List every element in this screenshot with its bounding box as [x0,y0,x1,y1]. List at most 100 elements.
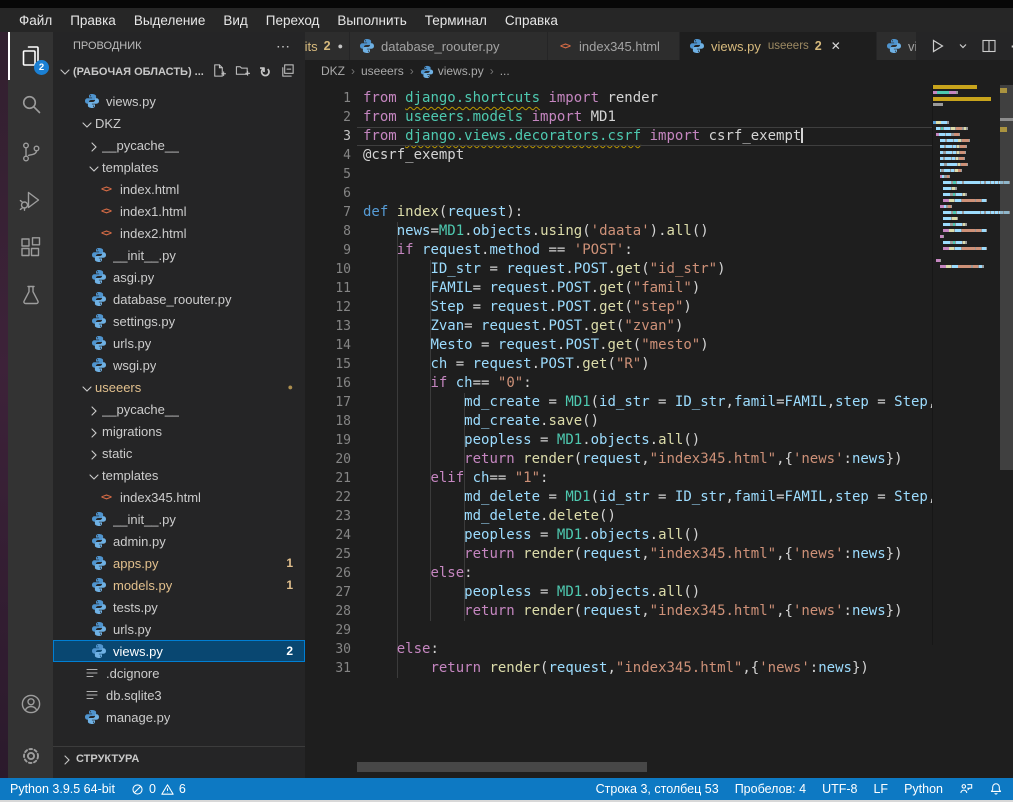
workspace-section-header[interactable]: (РАБОЧАЯ ОБЛАСТЬ) ... ↻ [53,60,305,84]
code-line-27[interactable]: 27 peopless = MD1.objects.all() [305,583,932,602]
search-activity-icon[interactable] [8,80,53,128]
tree-item-views.py[interactable]: views.py [53,90,305,112]
tree-item-static[interactable]: static [53,442,305,464]
vertical-scrollbar-thumb[interactable] [1000,85,1013,470]
tree-item-templates[interactable]: templates [53,464,305,486]
code-line-2[interactable]: 2from useeers.models import MD1 [305,108,932,127]
code-line-10[interactable]: 10 ID_str = request.POST.get("id_str") [305,260,932,279]
tree-item-__pycache__[interactable]: __pycache__ [53,134,305,156]
run-debug-activity-icon[interactable] [8,176,53,224]
tree-item-useeers[interactable]: useeers● [53,376,305,398]
code-line-14[interactable]: 14 Mesto = request.POST.get("mesto") [305,336,932,355]
status-problems[interactable]: 06 [131,782,186,796]
tree-item-apps.py[interactable]: apps.py1 [53,552,305,574]
status-cursor-position[interactable]: Строка 3, столбец 53 [596,782,719,796]
code-line-3[interactable]: 3from django.views.decorators.csrf impor… [305,127,932,146]
code-line-22[interactable]: 22 md_delete = MD1(id_str = ID_str,famil… [305,488,932,507]
tab-index345.html[interactable]: <>index345.html [548,32,680,60]
status-language-mode[interactable]: Python [904,782,943,796]
code-line-1[interactable]: 1from django.shortcuts import render [305,89,932,108]
status-python-version[interactable]: Python 3.9.5 64-bit [10,782,115,796]
run-button[interactable] [929,38,945,54]
menu-item-7[interactable]: Справка [496,13,567,28]
tree-item-index345.html[interactable]: <>index345.html [53,486,305,508]
menu-item-3[interactable]: Вид [214,13,256,28]
code-line-5[interactable]: 5 [305,165,932,184]
tree-item-database_roouter.py[interactable]: database_roouter.py [53,288,305,310]
tree-item-settings.py[interactable]: settings.py [53,310,305,332]
tree-item-wsgi.py[interactable]: wsgi.py [53,354,305,376]
menu-item-2[interactable]: Выделение [125,13,215,28]
code-line-31[interactable]: 31 return render(request,"index345.html"… [305,659,932,678]
tree-item-models.py[interactable]: models.py1 [53,574,305,596]
tree-item-urls.py[interactable]: urls.py [53,332,305,354]
split-editor-button[interactable] [981,38,997,54]
code-line-4[interactable]: 4@csrf_exempt [305,146,932,165]
sidebar-more-actions-button[interactable]: ⋯ [276,38,291,55]
menu-item-1[interactable]: Правка [61,13,125,28]
account-icon[interactable] [8,680,53,728]
menu-item-5[interactable]: Выполнить [328,13,415,28]
menu-item-0[interactable]: Файл [10,13,61,28]
outline-section-header[interactable]: СТРУКТУРА [53,746,305,771]
tree-item-urls.py[interactable]: urls.py [53,618,305,640]
code-line-17[interactable]: 17 md_create = MD1(id_str = ID_str,famil… [305,393,932,412]
tree-item-index2.html[interactable]: <>index2.html [53,222,305,244]
code-line-18[interactable]: 18 md_create.save() [305,412,932,431]
breadcrumb-item-3[interactable]: ... [500,64,510,78]
minimap[interactable] [932,85,1001,645]
code-line-12[interactable]: 12 Step = request.POST.get("step") [305,298,932,317]
tree-item-migrations[interactable]: migrations [53,420,305,442]
close-tab-button[interactable]: ✕ [831,39,841,53]
extensions-activity-icon[interactable] [8,224,53,272]
breadcrumb-item-1[interactable]: useeers [361,64,404,78]
code-line-8[interactable]: 8 news=MD1.objects.using('daata').all() [305,222,932,241]
menu-item-6[interactable]: Терминал [416,13,496,28]
testing-activity-icon[interactable] [8,272,53,320]
explorer-activity-icon[interactable]: 2 [8,32,53,80]
new-folder-button[interactable] [235,63,250,81]
tab-database_roouter.py[interactable]: database_roouter.py [350,32,548,60]
tree-item-.dcignore[interactable]: .dcignore [53,662,305,684]
tree-item-DKZ[interactable]: DKZ [53,112,305,134]
tree-item-index1.html[interactable]: <>index1.html [53,200,305,222]
tab-views.py[interactable]: views.pyuseeers2✕ [680,32,877,60]
run-dropdown-button[interactable] [958,41,968,51]
tab-vie[interactable]: vie [877,32,917,60]
code-area[interactable]: 1from django.shortcuts import render2fro… [305,82,932,778]
vertical-scrollbar[interactable] [1000,32,1013,778]
code-line-21[interactable]: 21 elif ch== "1": [305,469,932,488]
tab-diiits[interactable]: diiits2● [305,32,350,60]
code-line-29[interactable]: 29 [305,621,932,640]
code-line-25[interactable]: 25 return render(request,"index345.html"… [305,545,932,564]
collapse-all-button[interactable] [280,63,295,81]
tree-item-manage.py[interactable]: manage.py [53,706,305,728]
tree-item-db.sqlite3[interactable]: db.sqlite3 [53,684,305,706]
new-file-button[interactable] [211,63,226,81]
code-line-24[interactable]: 24 peopless = MD1.objects.all() [305,526,932,545]
status-feedback[interactable] [959,782,973,796]
tree-item-__pycache__[interactable]: __pycache__ [53,398,305,420]
code-line-11[interactable]: 11 FAMIL= request.POST.get("famil") [305,279,932,298]
tree-item-tests.py[interactable]: tests.py [53,596,305,618]
code-line-7[interactable]: 7def index(request): [305,203,932,222]
code-line-23[interactable]: 23 md_delete.delete() [305,507,932,526]
tree-item-views.py[interactable]: views.py2 [53,640,305,662]
code-line-15[interactable]: 15 ch = request.POST.get("R") [305,355,932,374]
refresh-button[interactable]: ↻ [259,65,271,79]
status-eol[interactable]: LF [873,782,888,796]
tree-item-templates[interactable]: templates [53,156,305,178]
tree-item-index.html[interactable]: <>index.html [53,178,305,200]
tree-item-admin.py[interactable]: admin.py [53,530,305,552]
breadcrumb-item-0[interactable]: DKZ [321,64,345,78]
code-line-26[interactable]: 26 else: [305,564,932,583]
status-encoding[interactable]: UTF-8 [822,782,857,796]
code-line-13[interactable]: 13 Zvan= request.POST.get("zvan") [305,317,932,336]
code-line-19[interactable]: 19 peopless = MD1.objects.all() [305,431,932,450]
horizontal-scrollbar[interactable] [357,762,937,772]
tree-item-asgi.py[interactable]: asgi.py [53,266,305,288]
tree-item-__init__.py[interactable]: __init__.py [53,508,305,530]
breadcrumb-item-2[interactable]: views.py [420,64,484,78]
code-line-6[interactable]: 6 [305,184,932,203]
code-line-30[interactable]: 30 else: [305,640,932,659]
